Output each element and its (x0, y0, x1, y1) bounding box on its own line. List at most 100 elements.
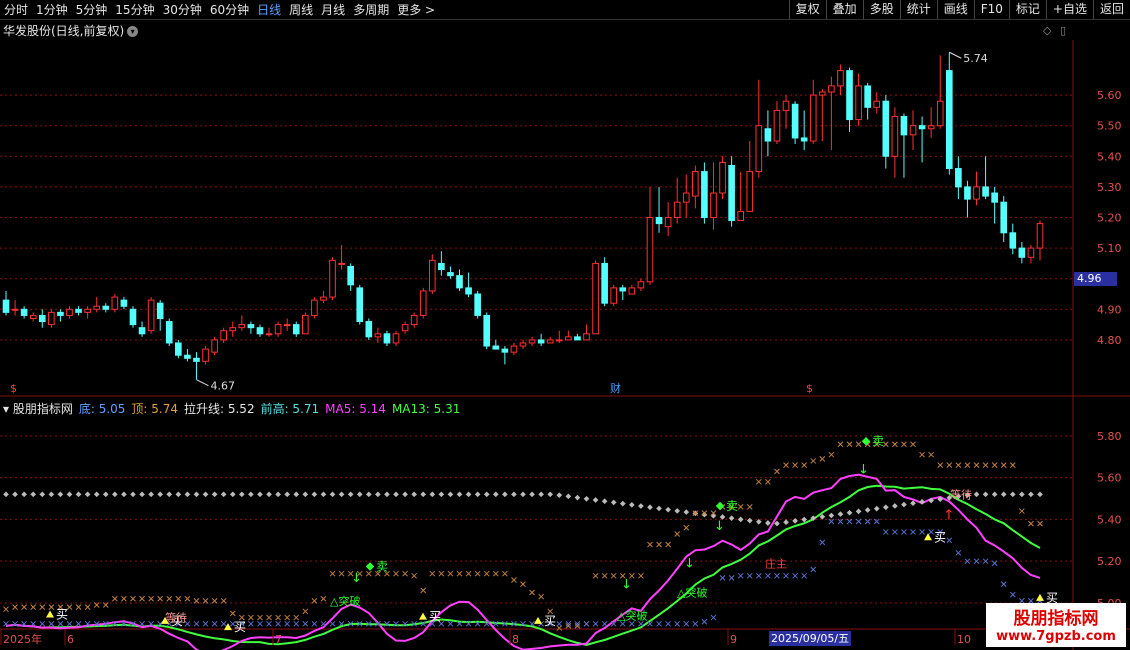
period-tab-5[interactable]: 60分钟 (206, 1, 253, 18)
candle-body-72 (655, 217, 663, 225)
top-x-72 (656, 541, 662, 548)
candle-body-74 (673, 201, 681, 218)
candle-body-45 (410, 314, 418, 326)
candle-body-77 (701, 171, 708, 219)
period-tab-2[interactable]: 5分钟 (72, 1, 112, 18)
toolbar-button-3[interactable]: 统计 (899, 0, 937, 19)
candle-body-34 (311, 299, 318, 316)
lift-line-dot-51 (465, 491, 472, 498)
top-x-67 (610, 572, 617, 579)
lift-line-dot-21 (193, 491, 200, 498)
toolbar-button-6[interactable]: 标记 (1008, 0, 1046, 19)
watermark-url: www.7gpzb.com (996, 629, 1116, 644)
candle-body-3 (29, 314, 37, 319)
bottom-x-100 (910, 529, 916, 535)
candle-body-15 (138, 327, 146, 335)
top-x-9 (84, 604, 91, 610)
indicator-name[interactable]: ▾ 股朋指标网 (3, 402, 73, 416)
candle-body-84 (764, 128, 772, 142)
buy-arrow-5 (924, 533, 932, 541)
lift-line-dot-42 (384, 491, 390, 498)
period-tab-6[interactable]: 日线 (253, 1, 285, 18)
lift-line-dot-17 (157, 491, 164, 498)
period-tab-0[interactable]: 分时 (0, 1, 32, 18)
selected-date-tag: 2025/09/05/五 (769, 631, 852, 646)
lift-line-dot-75 (683, 509, 690, 515)
toolbar-button-0[interactable]: 复权 (788, 0, 826, 19)
candle-body-26 (238, 324, 246, 329)
lift-line-dot-95 (864, 507, 871, 513)
bottom-x-107 (973, 558, 980, 565)
lift-line-dot-50 (456, 491, 463, 498)
top-x-47 (429, 570, 436, 577)
candle-body-30 (274, 324, 282, 335)
toolbar-button-1[interactable]: 叠加 (825, 0, 863, 19)
price-axis-label-7: 4.80 (1097, 334, 1122, 347)
candle-body-93 (846, 70, 853, 121)
candle-body-7 (66, 308, 73, 316)
toolbar-button-2[interactable]: 多股 (862, 0, 900, 19)
top-x-104 (946, 462, 953, 468)
lift-line-dot-54 (492, 491, 499, 498)
period-tab-4[interactable]: 30分钟 (159, 1, 206, 18)
bottom-x-32 (293, 620, 300, 627)
lift-line-dot-16 (148, 491, 154, 498)
toolbar-button-7[interactable]: +自选 (1045, 0, 1093, 19)
lift-line-dot-101 (919, 499, 925, 505)
candle-body-62 (565, 336, 572, 341)
top-x-101 (919, 451, 925, 458)
candle-body-42 (383, 333, 391, 344)
candle-body-13 (120, 299, 128, 307)
top-x-70 (638, 572, 644, 579)
top-x-111 (1009, 462, 1016, 468)
lift-line-dot-110 (1000, 491, 1007, 498)
top-x-89 (810, 458, 817, 464)
buy-label-4: 买 (544, 614, 556, 628)
lift-line-dot-27 (248, 491, 254, 498)
toolbar-button-5[interactable]: F10 (973, 0, 1009, 19)
bottom-x-90 (819, 539, 826, 546)
lift-line-dot-74 (674, 508, 681, 514)
sell-label-0: 卖 (376, 560, 388, 574)
current-price-tag: 4.96 (1074, 272, 1117, 286)
bottom-x-49 (447, 620, 454, 627)
candle-body-99 (900, 116, 908, 136)
period-tab-7[interactable]: 周线 (285, 1, 317, 18)
bottom-x-98 (892, 529, 898, 535)
lift-line-dot-55 (502, 491, 508, 498)
top-x-53 (483, 570, 490, 577)
toolbar-button-4[interactable]: 画线 (936, 0, 974, 19)
chart-canvas[interactable]: 5.60 5.50 5.40 5.30 5.20 5.10 4.90 4.80 5.80 5.60… (0, 20, 1130, 650)
candle-body-83 (755, 125, 763, 173)
bottom-x-72 (656, 620, 662, 627)
lift-line-dot-87 (792, 518, 798, 524)
candle-body-11 (102, 305, 110, 310)
period-tab-8[interactable]: 月线 (317, 1, 349, 18)
candle-body-89 (809, 94, 817, 142)
candle-body-33 (302, 314, 309, 335)
period-tab-3[interactable]: 15分钟 (111, 1, 158, 18)
lift-line-dot-93 (846, 509, 853, 516)
candle-body-12 (111, 296, 119, 310)
bottom-x-110 (1000, 581, 1007, 588)
period-tab-9[interactable]: 多周期 (349, 1, 393, 18)
period-tab-1[interactable]: 1分钟 (32, 1, 72, 18)
top-x-107 (973, 462, 980, 468)
chevron-down-icon[interactable]: ▾ (127, 26, 139, 37)
down-arrow-1: ↓ (621, 577, 632, 592)
candle-body-51 (465, 287, 472, 295)
high-marker-line (949, 51, 962, 59)
top-x-106 (964, 462, 971, 468)
buy-arrow-3 (419, 612, 427, 620)
toolbar-button-8[interactable]: 返回 (1092, 0, 1130, 19)
bottom-x-105 (955, 549, 962, 556)
candle-body-46 (419, 290, 427, 316)
bottom-x-15 (139, 620, 145, 627)
top-x-34 (311, 597, 318, 604)
candle-body-73 (664, 217, 672, 228)
lift-line-dot-12 (112, 491, 118, 498)
candle-body-106 (964, 186, 971, 200)
top-x-51 (465, 570, 472, 577)
candle-body-97 (882, 100, 890, 157)
period-tab-10[interactable]: 更多 > (393, 1, 439, 18)
